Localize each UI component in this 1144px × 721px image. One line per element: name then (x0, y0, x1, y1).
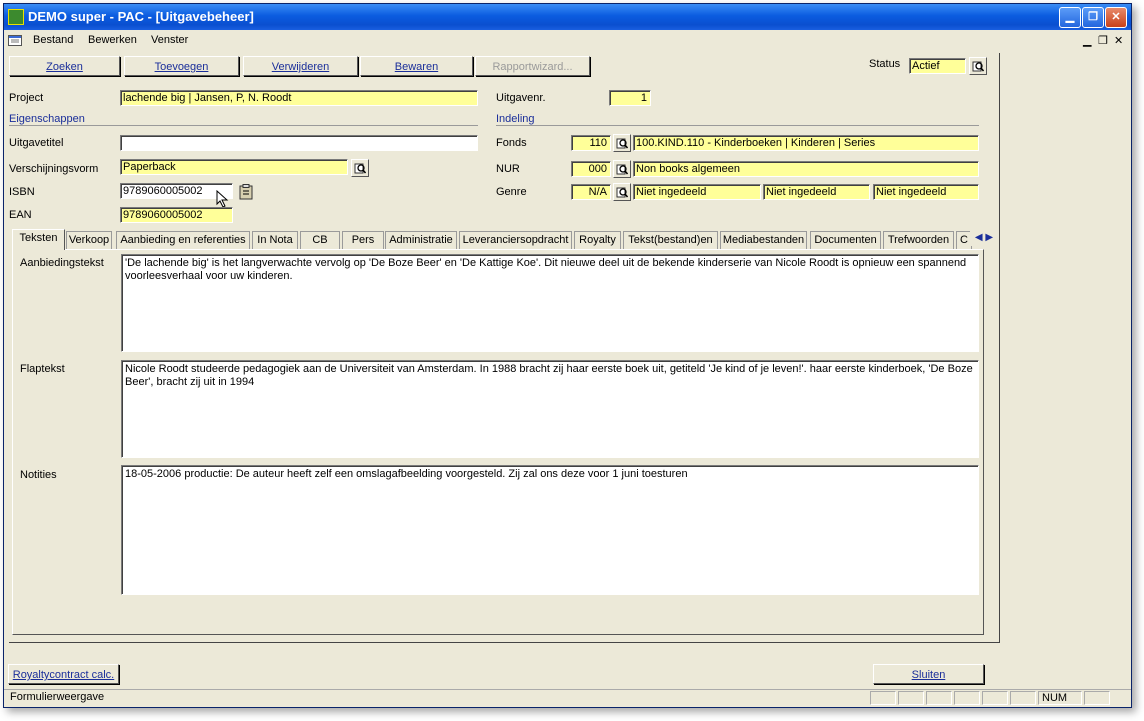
fonds-label: Fonds (496, 137, 527, 149)
mouse-cursor-icon (216, 190, 229, 208)
tab-in-nota[interactable]: In Nota (252, 231, 298, 249)
tab-cb[interactable]: CB (300, 231, 340, 249)
flaptekst-label: Flaptekst (20, 363, 65, 375)
form-area: Zoeken Toevoegen Verwijderen Bewaren Rap… (9, 53, 1000, 643)
notities-textarea[interactable]: 18-05-2006 productie: De auteur heeft ze… (121, 465, 979, 595)
royaltycontract-calc-button[interactable]: Royaltycontract calc. (8, 664, 119, 684)
tab-trefwoorden[interactable]: Trefwoorden (883, 231, 954, 249)
status-label: Status (869, 58, 901, 70)
mdi-minimize-icon[interactable]: ▁ (1083, 34, 1091, 47)
magnifier-icon (616, 164, 628, 175)
genre-field-2[interactable]: Niet ingedeeld (763, 184, 870, 200)
ean-field[interactable]: 9789060005002 (120, 207, 233, 223)
tab-tekstbestanden[interactable]: Tekst(bestand)en (623, 231, 718, 249)
main-window: DEMO super - PAC - [Uitgavebeheer] ▁ ❐ ✕… (3, 3, 1132, 708)
clipboard-icon (239, 184, 253, 200)
uitgavetitel-field[interactable] (120, 135, 478, 151)
isbn-label: ISBN (9, 186, 35, 198)
nur-code-field[interactable]: 000 (571, 161, 611, 177)
teksten-panel: Aanbiedingstekst 'De lachende big' is he… (12, 249, 984, 635)
eigenschappen-heading: Eigenschappen (9, 113, 478, 126)
tab-royalty[interactable]: Royalty (574, 231, 621, 249)
status-cell-4 (954, 691, 980, 705)
close-button[interactable]: ✕ (1105, 7, 1127, 28)
toevoegen-button[interactable]: Toevoegen (124, 56, 239, 76)
form-menu-icon[interactable] (8, 35, 22, 49)
mdi-close-icon[interactable]: ✕ (1114, 34, 1123, 47)
tab-leveranciersopdracht[interactable]: Leveranciersopdracht (459, 231, 572, 249)
genre-label: Genre (496, 186, 527, 198)
magnifier-icon (616, 138, 628, 149)
status-cell-1 (870, 691, 896, 705)
uitgavetitel-label: Uitgavetitel (9, 137, 64, 149)
menu-venster[interactable]: Venster (151, 34, 188, 46)
project-label: Project (9, 92, 44, 104)
maximize-button[interactable]: ❐ (1082, 7, 1104, 28)
app-icon[interactable] (8, 9, 24, 25)
title-bar[interactable]: DEMO super - PAC - [Uitgavebeheer] ▁ ❐ ✕ (4, 4, 1131, 30)
magnifier-icon (972, 61, 984, 72)
tab-aanbieding[interactable]: Aanbieding en referenties (116, 231, 250, 249)
tab-verkoop[interactable]: Verkoop (66, 231, 112, 249)
menu-bar: Bestand Bewerken Venster ▁ ❐ ✕ (4, 30, 1131, 51)
uitgavenr-field[interactable]: 1 (609, 90, 651, 106)
indeling-heading: Indeling (496, 113, 979, 126)
verschijningsvorm-lookup-button[interactable] (351, 159, 369, 177)
tab-scroll-arrows[interactable]: ◀ ▶ (970, 230, 998, 246)
status-cell-2 (898, 691, 924, 705)
aanbiedingstekst-label: Aanbiedingstekst (20, 257, 104, 269)
status-lookup-button[interactable] (969, 57, 987, 75)
status-field[interactable]: Actief (909, 58, 966, 74)
tab-teksten[interactable]: Teksten (12, 229, 65, 250)
tab-documenten[interactable]: Documenten (810, 231, 881, 249)
fonds-description-field[interactable]: 100.KIND.110 - Kinderboeken | Kinderen |… (633, 135, 979, 151)
genre-lookup-button[interactable] (613, 183, 631, 201)
isbn-calc-button[interactable] (237, 182, 255, 200)
tab-strip: Teksten Verkoop Aanbieding en referentie… (12, 229, 1012, 250)
magnifier-icon (354, 163, 366, 174)
verschijningsvorm-field[interactable]: Paperback (120, 159, 348, 175)
verschijningsvorm-label: Verschijningsvorm (9, 163, 99, 175)
status-bar: Formulierweergave NUM (4, 689, 1131, 707)
status-cell-6 (1010, 691, 1036, 705)
fonds-lookup-button[interactable] (613, 134, 631, 152)
nur-label: NUR (496, 163, 520, 175)
status-num-indicator: NUM (1038, 691, 1082, 705)
zoeken-button[interactable]: Zoeken (9, 56, 120, 76)
bewaren-button[interactable]: Bewaren (360, 56, 473, 76)
window-title: DEMO super - PAC - [Uitgavebeheer] (28, 9, 254, 24)
menu-bestand[interactable]: Bestand (33, 34, 73, 46)
rapportwizard-button[interactable]: Rapportwizard... (475, 56, 590, 76)
genre-code-field[interactable]: N/A (571, 184, 611, 200)
tab-pers[interactable]: Pers (342, 231, 384, 249)
tab-mediabestanden[interactable]: Mediabestanden (720, 231, 807, 249)
status-mode-text: Formulierweergave (10, 691, 105, 703)
flaptekst-textarea[interactable]: Nicole Roodt studeerde pedagogiek aan de… (121, 360, 979, 458)
aanbiedingstekst-textarea[interactable]: 'De lachende big' is het langverwachte v… (121, 254, 979, 352)
nur-lookup-button[interactable] (613, 160, 631, 178)
tab-administratie[interactable]: Administratie (385, 231, 457, 249)
genre-field-1[interactable]: Niet ingedeeld (633, 184, 761, 200)
status-cell-5 (982, 691, 1008, 705)
verwijderen-button[interactable]: Verwijderen (243, 56, 358, 76)
notities-label: Notities (20, 469, 57, 481)
uitgavenr-label: Uitgavenr. (496, 92, 546, 104)
ean-label: EAN (9, 209, 32, 221)
project-field[interactable]: lachende big | Jansen, P, N. Roodt (120, 90, 478, 106)
mdi-restore-icon[interactable]: ❐ (1098, 34, 1108, 47)
menu-bewerken[interactable]: Bewerken (88, 34, 137, 46)
nur-description-field[interactable]: Non books algemeen (633, 161, 979, 177)
status-cell-7 (1084, 691, 1110, 705)
minimize-button[interactable]: ▁ (1059, 7, 1081, 28)
status-cell-3 (926, 691, 952, 705)
magnifier-icon (616, 187, 628, 198)
sluiten-button[interactable]: Sluiten (873, 664, 984, 684)
genre-field-3[interactable]: Niet ingedeeld (873, 184, 979, 200)
fonds-code-field[interactable]: 110 (571, 135, 611, 151)
